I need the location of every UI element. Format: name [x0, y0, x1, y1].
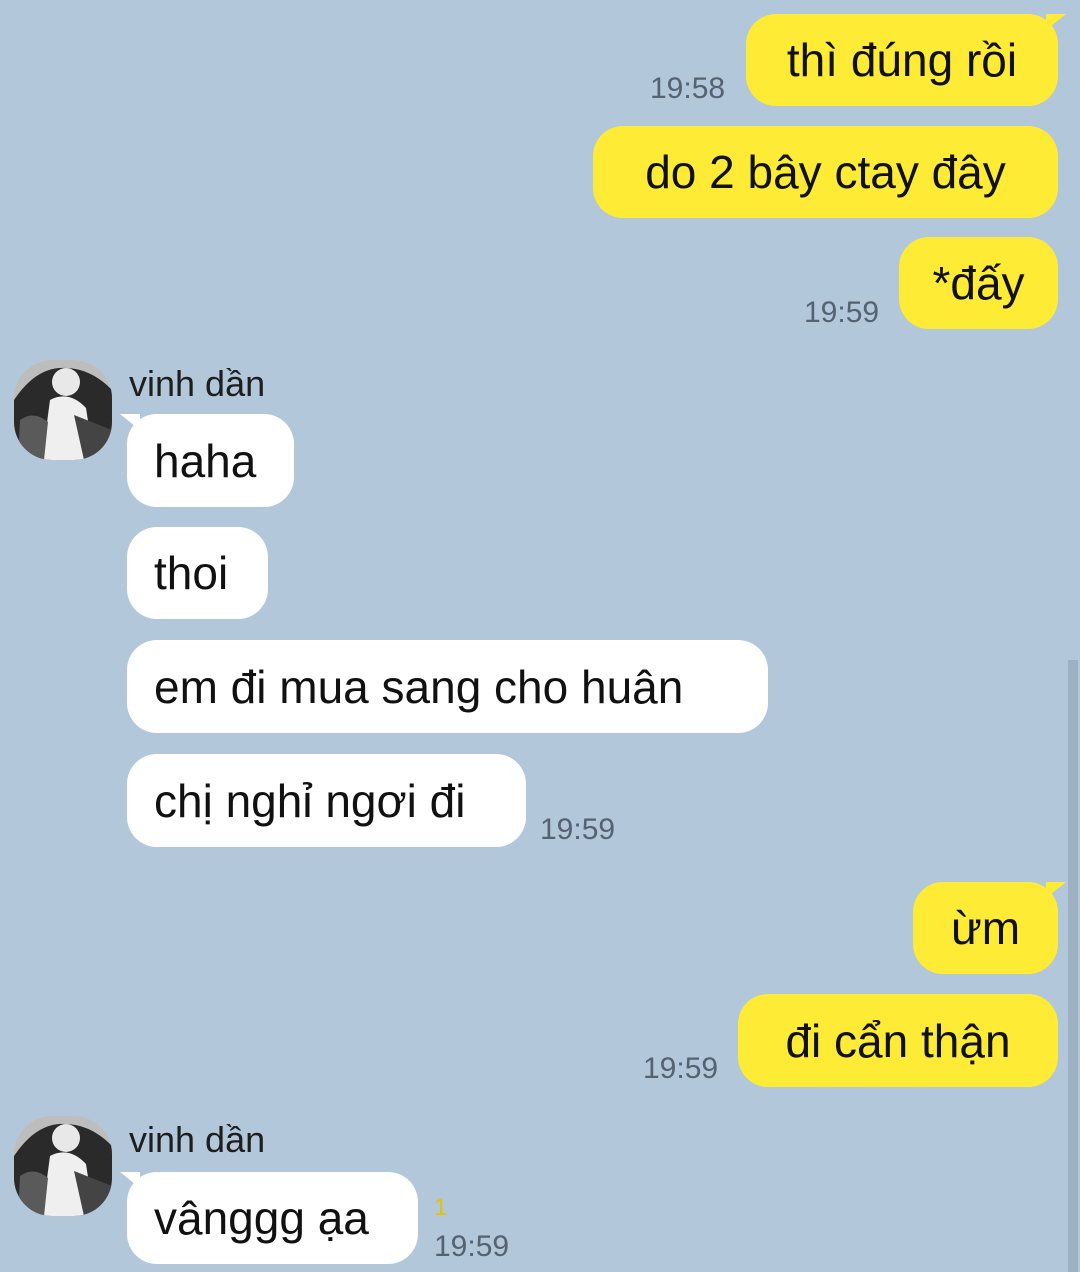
message-timestamp: 19:59 — [804, 296, 880, 329]
contact-avatar[interactable] — [14, 360, 112, 460]
message-timestamp: 19:59 — [540, 813, 616, 846]
bubble-tail — [1046, 14, 1066, 30]
outgoing-message-bubble[interactable]: đi cẩn thận — [738, 994, 1058, 1087]
outgoing-message-bubble[interactable]: do 2 bây ctay đây — [593, 126, 1058, 218]
message-timestamp: 19:58 — [650, 72, 726, 105]
incoming-message-bubble[interactable]: chị nghỉ ngơi đi — [127, 754, 526, 847]
incoming-message-bubble[interactable]: thoi — [127, 527, 268, 619]
message-timestamp: 19:59 — [434, 1230, 510, 1263]
unread-count: 1 — [434, 1194, 448, 1221]
outgoing-message-bubble[interactable]: *đấy — [899, 237, 1058, 329]
sender-name: vinh dần — [129, 363, 266, 404]
incoming-message-bubble[interactable]: vânggg ạa — [127, 1172, 418, 1264]
chat-messages-area[interactable]: 19:58 thì đúng rồi do 2 bây ctay đây 19:… — [0, 0, 1080, 1272]
incoming-message-bubble[interactable]: haha — [127, 414, 294, 507]
incoming-message-bubble[interactable]: em đi mua sang cho huân — [127, 640, 768, 733]
message-timestamp: 19:59 — [643, 1052, 719, 1085]
bubble-tail — [1046, 882, 1066, 898]
outgoing-message-bubble[interactable]: thì đúng rồi — [746, 14, 1058, 106]
outgoing-message-bubble[interactable]: ừm — [913, 882, 1058, 974]
profile-photo-icon — [14, 1116, 112, 1216]
profile-photo-icon — [14, 360, 112, 460]
contact-avatar[interactable] — [14, 1116, 112, 1216]
scrollbar[interactable] — [1068, 660, 1078, 1272]
sender-name: vinh dần — [129, 1119, 266, 1160]
